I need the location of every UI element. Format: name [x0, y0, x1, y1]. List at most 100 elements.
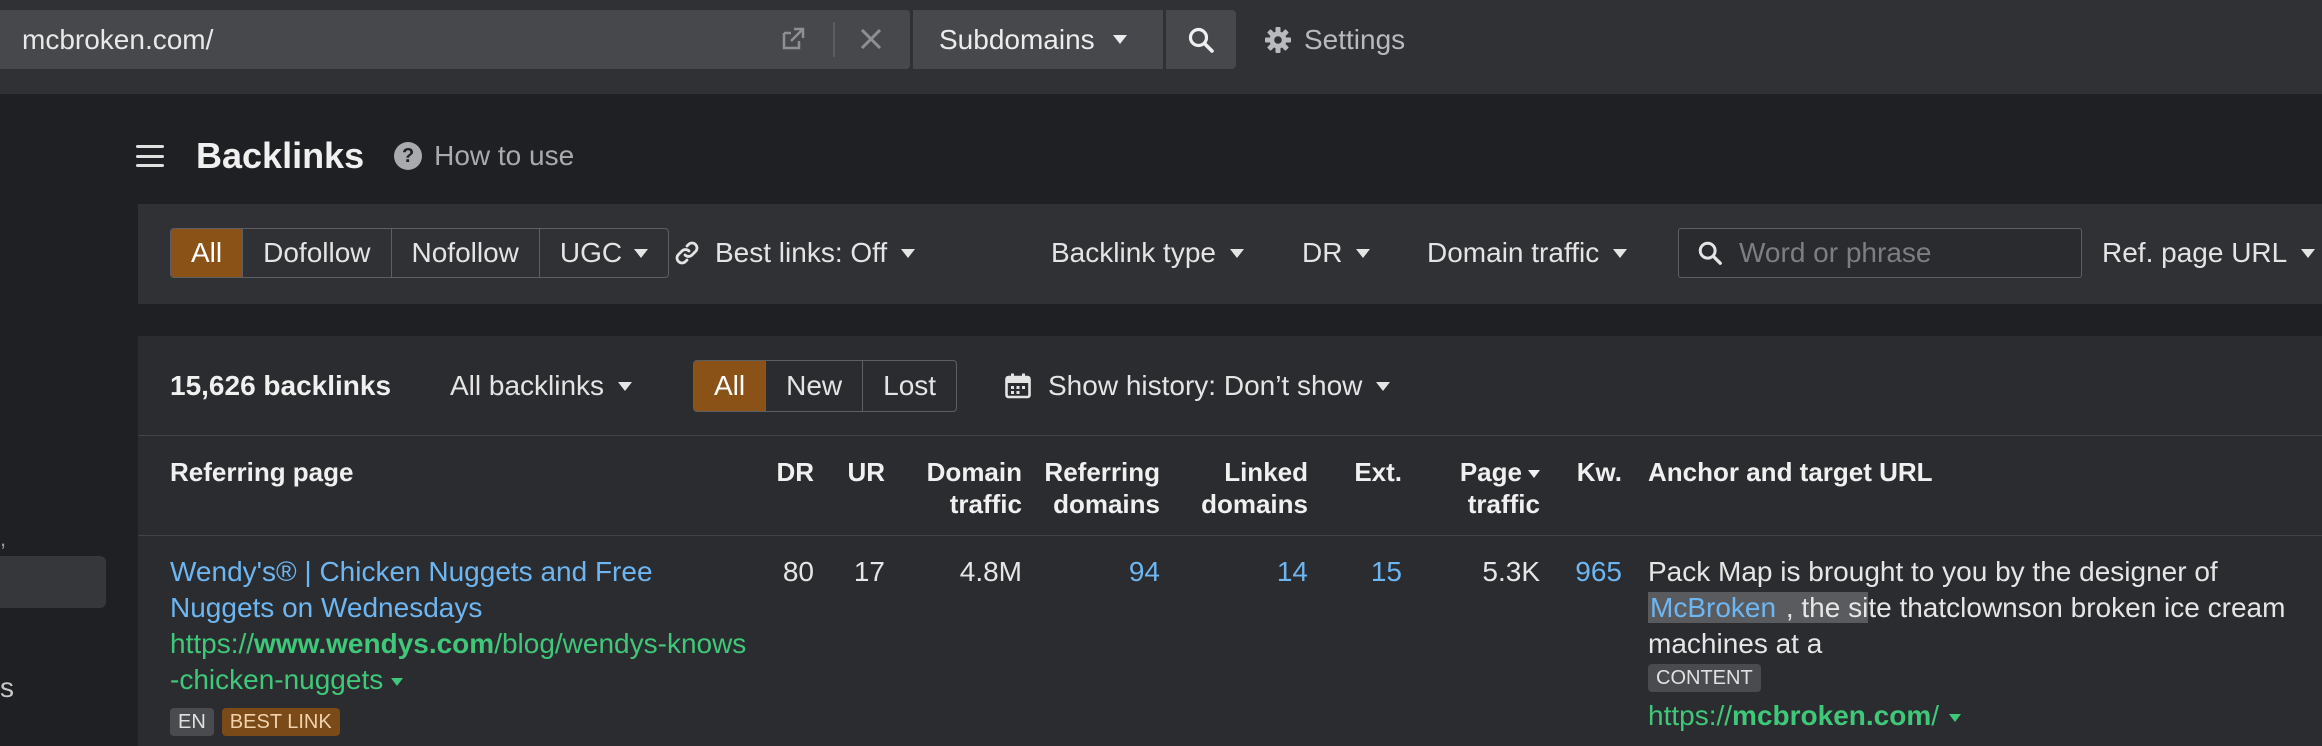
mode-dropdown[interactable]: Subdomains: [913, 10, 1163, 69]
state-lost[interactable]: Lost: [863, 361, 956, 411]
all-backlinks-label: All backlinks: [450, 370, 605, 401]
referring-page-url-link[interactable]: https://www.wendys.com/blog/wendys-knows…: [170, 626, 750, 698]
content-badge: CONTENT: [1648, 664, 1761, 692]
col-linked-domains-line1: Linked: [1224, 457, 1308, 487]
mode-dropdown-label: Subdomains: [939, 23, 1095, 55]
chevron-down-icon: [1229, 248, 1244, 258]
col-referring-domains[interactable]: Referring domains: [1038, 456, 1160, 520]
target-url-prefix: https://: [1648, 700, 1733, 731]
backlink-type-dropdown[interactable]: Backlink type: [1051, 228, 1244, 278]
col-linked-domains-line2: domains: [1201, 489, 1308, 519]
cell-ur: 17: [853, 556, 885, 587]
col-referring-page[interactable]: Referring page: [170, 456, 354, 488]
cell-referring-domains[interactable]: 94: [1038, 554, 1160, 590]
col-ext[interactable]: Ext.: [1338, 456, 1402, 488]
col-page-traffic[interactable]: Page traffic: [1428, 456, 1540, 520]
cell-domain-traffic: 4.8M: [959, 556, 1022, 587]
word-or-phrase-search[interactable]: [1678, 228, 2082, 278]
link-type-segmented-control: All Dofollow Nofollow UGC: [170, 228, 670, 278]
ref-url-prefix: https://: [170, 628, 255, 659]
referring-page-title-link[interactable]: Wendy's® | Chicken Nuggets and Free Nugg…: [170, 554, 750, 626]
backlinks-panel: 15,626 backlinks All backlinks All New L…: [138, 336, 2322, 746]
chevron-down-icon: [1376, 381, 1391, 391]
anchor-text: Pack Map is brought to you by the design…: [1648, 554, 2322, 662]
link-icon: [675, 241, 699, 265]
state-segmented-control: All New Lost: [693, 360, 958, 412]
target-url-link[interactable]: https://mcbroken.com/: [1648, 698, 1961, 734]
col-domain-traffic-line2: traffic: [949, 489, 1022, 519]
col-domain-traffic-line1: Domain: [926, 457, 1022, 487]
search-input[interactable]: [1739, 237, 2059, 269]
row-tags: EN BEST LINK: [170, 708, 340, 736]
how-to-use-link[interactable]: ? How to use: [394, 140, 574, 172]
calendar-icon: [1005, 373, 1031, 399]
all-backlinks-dropdown[interactable]: All backlinks: [450, 366, 633, 406]
filter-dofollow[interactable]: Dofollow: [243, 229, 392, 277]
show-history-dropdown[interactable]: Show history: Don’t show: [1004, 366, 1391, 406]
sidebar-item-active[interactable]: [0, 556, 106, 608]
col-ur[interactable]: UR: [838, 456, 885, 488]
ref-url-domain: www.wendys.com: [254, 628, 495, 659]
backlink-type-label: Backlink type: [1051, 237, 1216, 268]
filter-ugc-label: UGC: [559, 237, 623, 268]
col-kw[interactable]: Kw.: [1558, 456, 1622, 488]
sidebar-fragment: ,: [0, 526, 7, 551]
col-domain-traffic[interactable]: Domain traffic: [908, 456, 1022, 520]
sidebar-item-label[interactable]: s: [0, 672, 14, 704]
language-badge: EN: [170, 708, 214, 736]
chevron-down-icon: [901, 248, 916, 258]
table-row: Wendy's® | Chicken Nuggets and Free Nugg…: [138, 536, 2322, 746]
col-referring-domains-line2: domains: [1053, 489, 1160, 519]
show-history-label: Show history: Don’t show: [1048, 370, 1363, 401]
settings-label: Settings: [1304, 24, 1406, 55]
help-icon: ?: [394, 142, 423, 170]
chevron-down-icon: [618, 381, 633, 391]
best-link-badge: BEST LINK: [221, 708, 340, 736]
backlinks-count: 15,626 backlinks: [170, 370, 392, 401]
how-to-use-label: How to use: [434, 140, 575, 171]
table-header: Referring page DR UR Domain traffic Refe…: [138, 436, 2322, 536]
chevron-down-icon[interactable]: [1949, 713, 1961, 722]
filter-all[interactable]: All: [171, 229, 244, 277]
chevron-down-icon: [1613, 248, 1628, 258]
main-content: Backlinks ? How to use All Dofollow Nofo…: [108, 94, 2322, 746]
chevron-down-icon: [1112, 35, 1127, 44]
state-all[interactable]: All: [694, 361, 767, 411]
anchor-before: Pack Map is brought to you by the design…: [1648, 556, 2218, 587]
col-linked-domains[interactable]: Linked domains: [1178, 456, 1308, 520]
sort-desc-icon: [1528, 470, 1540, 479]
col-page-traffic-line1: Page: [1428, 456, 1540, 488]
ref-page-url-label: Ref. page URL: [2102, 237, 2288, 268]
col-anchor[interactable]: Anchor and target URL: [1648, 456, 1933, 488]
url-input-value[interactable]: mcbroken.com/: [22, 24, 213, 56]
url-input[interactable]: mcbroken.com/: [0, 10, 910, 69]
page-title: Backlinks: [196, 135, 365, 176]
summary-row: 15,626 backlinks All backlinks All New L…: [138, 336, 2322, 436]
domain-traffic-dropdown[interactable]: Domain traffic: [1427, 228, 1628, 278]
col-page-traffic-label1: Page: [1459, 457, 1522, 487]
col-dr[interactable]: DR: [774, 456, 814, 488]
hamburger-menu-icon[interactable]: [136, 145, 164, 167]
best-links-dropdown[interactable]: Best links: Off: [673, 228, 916, 278]
open-external-icon[interactable]: [778, 24, 808, 54]
filter-bar: All Dofollow Nofollow UGC Best links: Of…: [138, 204, 2322, 304]
chevron-down-icon: [634, 248, 649, 258]
filter-nofollow[interactable]: Nofollow: [392, 229, 540, 277]
cell-linked-domains[interactable]: 14: [1178, 554, 1308, 590]
search-icon: [1188, 27, 1214, 53]
clear-icon[interactable]: [856, 24, 886, 54]
chevron-down-icon: [1356, 248, 1371, 258]
ref-page-url-dropdown[interactable]: Ref. page URL: [2102, 228, 2316, 278]
gear-icon: [1265, 27, 1291, 53]
anchor-highlight: , the si: [1778, 592, 1869, 623]
search-button[interactable]: [1166, 10, 1236, 69]
chevron-down-icon[interactable]: [391, 677, 404, 686]
cell-ext[interactable]: 15: [1338, 554, 1402, 590]
state-new[interactable]: New: [766, 361, 864, 411]
best-links-label: Best links: Off: [715, 237, 888, 268]
cell-kw[interactable]: 965: [1558, 554, 1622, 590]
dr-dropdown[interactable]: DR: [1302, 228, 1371, 278]
domain-traffic-label: Domain traffic: [1427, 237, 1600, 268]
filter-ugc[interactable]: UGC: [540, 229, 668, 277]
settings-button[interactable]: Settings: [1264, 20, 1405, 60]
